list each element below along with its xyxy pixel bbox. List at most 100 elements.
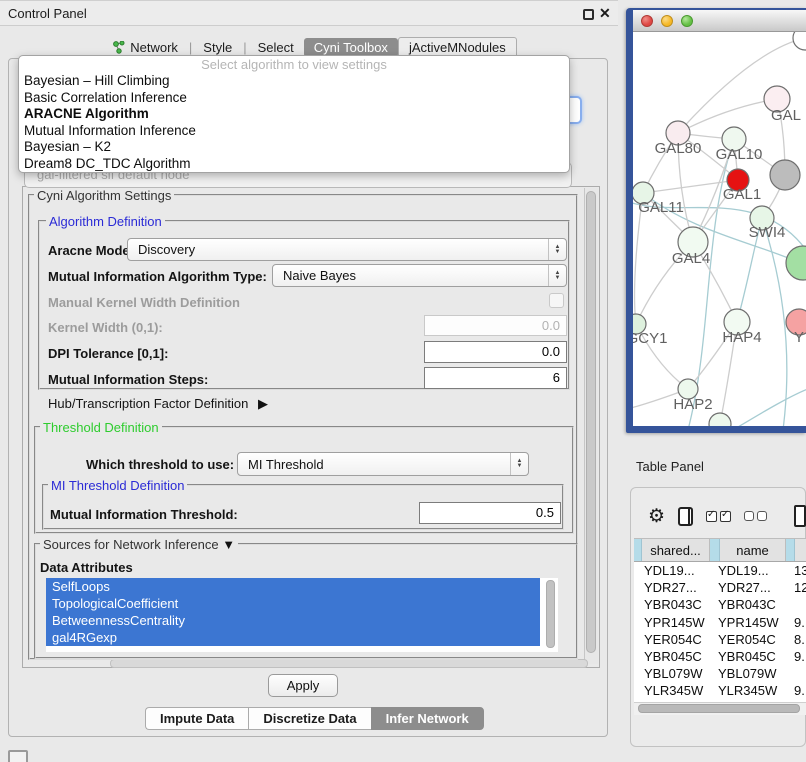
table-cell: YLR345W bbox=[718, 682, 794, 699]
zoom-traffic-light-icon[interactable] bbox=[681, 15, 693, 27]
mi-threshold-field[interactable]: 0.5 bbox=[419, 502, 561, 524]
select-all-columns-icon[interactable] bbox=[706, 511, 731, 522]
attribute-item[interactable]: TopologicalCoefficient bbox=[46, 595, 540, 612]
network-edge bbox=[733, 387, 806, 426]
expand-arrow-icon: ▶ bbox=[258, 396, 268, 411]
column-accent bbox=[710, 539, 720, 561]
tab-infer-network[interactable]: Infer Network bbox=[371, 707, 484, 730]
attribute-item[interactable]: SelfLoops bbox=[46, 578, 540, 595]
network-graph: GALGAL80GAL10GAL1GAL11SWI4GAL4GCY1HAP4YH… bbox=[633, 32, 806, 426]
settings-horizontal-scrollbar-thumb[interactable] bbox=[110, 659, 588, 668]
settings-vertical-scrollbar-thumb[interactable] bbox=[586, 191, 596, 653]
algorithm-option[interactable]: Bayesian – Hill Climbing bbox=[19, 73, 569, 90]
hub-definition-expander[interactable]: Hub/Transcription Factor Definition ▶ bbox=[48, 396, 268, 412]
algorithm-placeholder: Select algorithm to view settings bbox=[19, 56, 569, 73]
sources-title[interactable]: Sources for Network Inference ▼ bbox=[40, 537, 238, 552]
deselect-columns-icon[interactable] bbox=[744, 511, 767, 521]
network-window-titlebar[interactable] bbox=[633, 10, 806, 32]
network-icon bbox=[113, 41, 125, 54]
table-row[interactable]: YBR045CYBR045C9. bbox=[634, 648, 806, 665]
network-node[interactable] bbox=[770, 160, 800, 190]
table-row[interactable]: YPR145WYPR145W9. bbox=[634, 614, 806, 631]
table-row[interactable]: YBL079WYBL079W bbox=[634, 665, 806, 682]
threshold-definition-title: Threshold Definition bbox=[40, 420, 162, 435]
network-node[interactable] bbox=[786, 246, 806, 280]
table-cell: 8. bbox=[794, 631, 806, 648]
table-cell: 9. bbox=[794, 682, 806, 699]
cyni-algorithm-settings-title: Cyni Algorithm Settings bbox=[34, 188, 174, 203]
minimize-traffic-light-icon[interactable] bbox=[661, 15, 673, 27]
table-cell: YPR145W bbox=[634, 614, 718, 631]
table-row[interactable]: YBR043CYBR043C bbox=[634, 596, 806, 613]
attribute-item[interactable]: BetweennessCentrality bbox=[46, 612, 540, 629]
bottom-tabs: Impute Data Discretize Data Infer Networ… bbox=[145, 707, 484, 730]
node-label: GCY1 bbox=[633, 330, 667, 347]
apply-button[interactable]: Apply bbox=[268, 674, 338, 697]
algorithm-definition-title: Algorithm Definition bbox=[46, 214, 165, 229]
mi-threshold-title: MI Threshold Definition bbox=[48, 478, 187, 493]
table-cell: 12 bbox=[794, 579, 806, 596]
mi-steps-field[interactable]: 6 bbox=[424, 367, 567, 389]
export-table-icon[interactable] bbox=[794, 505, 806, 527]
network-view-window[interactable]: GALGAL80GAL10GAL1GAL11SWI4GAL4GCY1HAP4YH… bbox=[626, 8, 806, 433]
algorithm-option[interactable]: Dream8 DC_TDC Algorithm bbox=[19, 156, 569, 173]
table-cell: YBR045C bbox=[634, 648, 718, 665]
network-node[interactable] bbox=[709, 413, 731, 426]
table-toolbar: ⚙ bbox=[634, 498, 806, 534]
table-row[interactable]: YLR345WYLR345W9. bbox=[634, 682, 806, 699]
dpi-tolerance-label: DPI Tolerance [0,1]: bbox=[48, 346, 168, 361]
spinner-arrows-icon: ▲▼ bbox=[548, 239, 566, 260]
close-traffic-light-icon[interactable] bbox=[641, 15, 653, 27]
control-panel-title: Control Panel bbox=[8, 6, 87, 21]
tab-separator: | bbox=[189, 40, 192, 55]
which-threshold-combobox[interactable]: MI Threshold ▲▼ bbox=[237, 452, 529, 476]
tab-discretize-data[interactable]: Discretize Data bbox=[248, 707, 370, 730]
column-header[interactable]: name bbox=[720, 539, 786, 561]
table-cell: YDR27... bbox=[718, 579, 794, 596]
kernel-width-field[interactable]: 0.0 bbox=[424, 315, 567, 336]
table-panel-title: Table Panel bbox=[636, 459, 704, 474]
mi-threshold-label: Mutual Information Threshold: bbox=[50, 507, 238, 522]
tab-network-label: Network bbox=[130, 40, 178, 55]
column-accent bbox=[786, 539, 795, 561]
spinner-arrows-icon: ▲▼ bbox=[510, 453, 528, 475]
algorithm-option[interactable]: Mutual Information Inference bbox=[19, 123, 569, 140]
algorithm-option[interactable]: Bayesian – K2 bbox=[19, 139, 569, 156]
node-label: SWI4 bbox=[749, 224, 786, 241]
manual-kernel-label: Manual Kernel Width Definition bbox=[48, 295, 240, 310]
gear-icon[interactable]: ⚙ bbox=[648, 507, 665, 526]
manual-kernel-checkbox[interactable] bbox=[549, 293, 564, 308]
grid-corner-icon[interactable] bbox=[8, 750, 28, 762]
tab-impute-data[interactable]: Impute Data bbox=[145, 707, 248, 730]
node-label: GAL11 bbox=[638, 199, 684, 216]
split-view-icon[interactable] bbox=[678, 507, 693, 526]
dpi-tolerance-field[interactable]: 0.0 bbox=[424, 341, 567, 363]
mi-type-combobox[interactable]: Naive Bayes ▲▼ bbox=[272, 264, 567, 287]
column-header[interactable]: shared... bbox=[642, 539, 710, 561]
table-cell: YPR145W bbox=[718, 614, 794, 631]
screenshot-root: Control Panel ✕ Network | Style | Select… bbox=[0, 0, 806, 762]
column-header[interactable]: A bbox=[795, 539, 806, 561]
table-horizontal-scrollbar-thumb[interactable] bbox=[638, 704, 800, 713]
control-panel-titlebar: Control Panel ✕ bbox=[0, 0, 618, 26]
table-cell: YBR043C bbox=[718, 596, 794, 613]
close-icon[interactable]: ✕ bbox=[599, 5, 611, 22]
attribute-item[interactable]: gal4RGexp bbox=[46, 629, 540, 646]
table-cell: YDL19... bbox=[634, 562, 718, 579]
table-row[interactable]: YDR27...YDR27...12 bbox=[634, 579, 806, 596]
float-window-icon[interactable] bbox=[583, 9, 594, 20]
table-rows: YDL19...YDL19...13YDR27...YDR27...12YBR0… bbox=[634, 562, 806, 702]
table-cell: YER054C bbox=[718, 631, 794, 648]
table-row[interactable]: YER054CYER054C8. bbox=[634, 631, 806, 648]
attributes-scrollbar-thumb[interactable] bbox=[546, 580, 555, 648]
network-canvas[interactable]: GALGAL80GAL10GAL1GAL11SWI4GAL4GCY1HAP4YH… bbox=[633, 32, 806, 426]
table-row[interactable]: YDL19...YDL19...13 bbox=[634, 562, 806, 579]
node-label: GAL80 bbox=[655, 140, 702, 157]
aracne-mode-combobox[interactable]: Discovery ▲▼ bbox=[127, 238, 567, 261]
table-cell: YER054C bbox=[634, 631, 718, 648]
which-threshold-label: Which threshold to use: bbox=[86, 457, 234, 472]
network-node[interactable] bbox=[793, 32, 806, 50]
algorithm-option[interactable]: Basic Correlation Inference bbox=[19, 90, 569, 107]
table-cell: YDR27... bbox=[634, 579, 718, 596]
algorithm-option[interactable]: ARACNE Algorithm bbox=[19, 106, 569, 123]
